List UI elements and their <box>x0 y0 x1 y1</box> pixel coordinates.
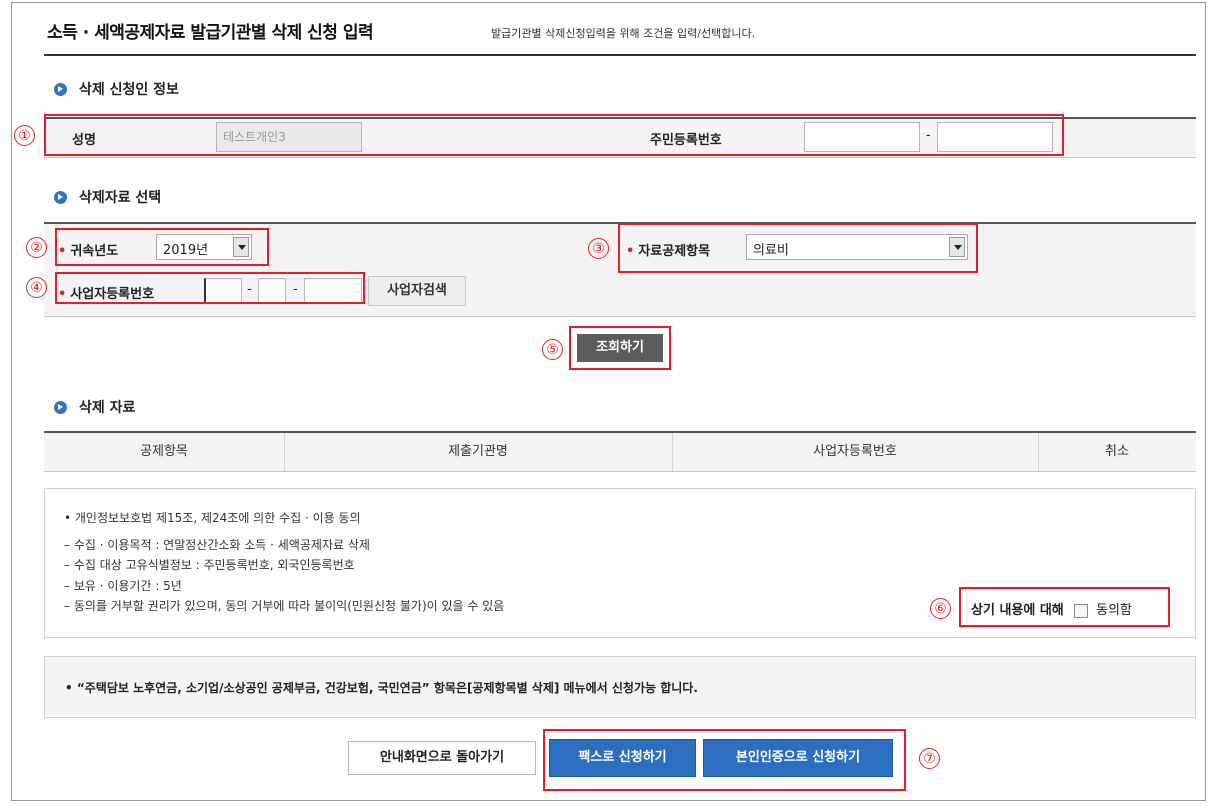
marker-6: ⑥ <box>930 598 951 619</box>
section-result-title: 삭제 자료 <box>79 400 136 416</box>
section-selection-title: 삭제자료 선택 <box>79 190 162 206</box>
highlight-box-1 <box>44 114 1064 156</box>
result-table-header: 공제항목 제출기관명 사업자등록번호 취소 <box>44 431 1196 472</box>
marker-1: ① <box>14 125 35 146</box>
page-subtitle: 발급기관별 삭제신청입력을 위해 조건을 입력/선택합니다. <box>491 27 756 40</box>
section-selection-heading: 삭제자료 선택 <box>54 187 161 207</box>
section-applicant-title: 삭제 신청인 정보 <box>79 82 179 98</box>
col-header-org: 제출기관명 <box>448 444 508 459</box>
consent-line: – 수집 · 이용목적 : 연말정산간소화 소득 · 세액공제자료 삭제 <box>64 538 370 552</box>
marker-2: ② <box>26 237 47 258</box>
back-button[interactable]: 안내화면으로 돌아가기 <box>348 741 536 775</box>
consent-line: – 수집 대상 고유식별정보 : 주민등록번호, 외국인등록번호 <box>64 558 355 572</box>
highlight-box-6 <box>959 587 1170 627</box>
marker-4: ④ <box>26 277 47 298</box>
section-applicant-heading: 삭제 신청인 정보 <box>54 79 179 99</box>
bizno-search-button[interactable]: 사업자검색 <box>368 276 466 306</box>
bullet-arrow-icon <box>54 400 67 414</box>
highlight-box-4 <box>55 272 365 304</box>
page-title: 소득 · 세액공제자료 발급기관별 삭제 신청 입력 <box>47 23 374 43</box>
highlight-box-2 <box>55 228 269 266</box>
highlight-box-3 <box>618 223 978 273</box>
notice-box: • “주택담보 노후연금, 소기업/소상공인 공제부금, 건강보험, 국민연금”… <box>44 656 1196 718</box>
consent-line: • 개인정보보호법 제15조, 제24조에 의한 수집 · 이용 동의 <box>64 511 361 525</box>
col-header-bizno: 사업자등록번호 <box>813 444 897 459</box>
marker-3: ③ <box>588 238 609 259</box>
bullet-arrow-icon <box>54 190 67 204</box>
marker-5: ⑤ <box>542 339 563 360</box>
highlight-box-5 <box>569 326 671 370</box>
section-result-heading: 삭제 자료 <box>54 397 135 417</box>
marker-7: ⑦ <box>919 748 940 769</box>
consent-line: – 동의를 거부할 권리가 있으며, 동의 거부에 따라 불이익(민원신청 불가… <box>64 599 505 613</box>
title-divider <box>44 54 1196 56</box>
col-header-item: 공제항목 <box>140 444 188 459</box>
notice-text: • “주택담보 노후연금, 소기업/소상공인 공제부금, 건강보험, 국민연금”… <box>65 681 698 695</box>
bullet-arrow-icon <box>54 82 67 96</box>
consent-line: – 보유 · 이용기간 : 5년 <box>64 579 182 593</box>
col-header-cancel: 취소 <box>1105 444 1129 459</box>
highlight-box-7 <box>543 729 906 791</box>
